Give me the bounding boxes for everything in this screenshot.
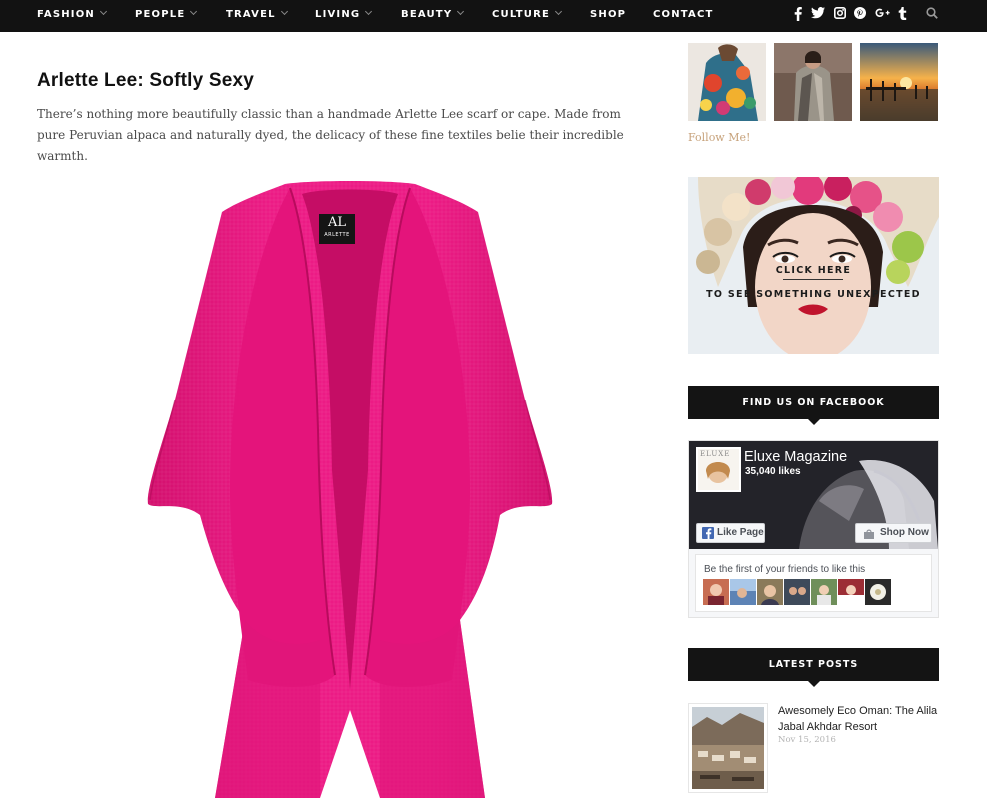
- brand-label-logo: AL: [327, 215, 347, 230]
- facebook-friends-text: Be the first of your friends to like thi…: [704, 564, 866, 575]
- nav-item-fashion[interactable]: FASHION: [37, 0, 108, 32]
- nav-item-culture[interactable]: CULTURE: [492, 0, 563, 32]
- facebook-f-icon: [702, 527, 714, 539]
- chevron-down-icon: [457, 7, 465, 16]
- promo-click-here: CLICK HERE: [775, 265, 852, 276]
- pink-cape-illustration: [147, 181, 553, 798]
- brand-label-text: ARLETTE: [324, 232, 350, 238]
- shopping-bag-icon: [863, 528, 875, 539]
- nav-item-shop[interactable]: SHOP: [590, 0, 626, 32]
- instagram-thumb-sunset-pier[interactable]: [860, 43, 938, 121]
- facebook-page-name[interactable]: Eluxe Magazine: [744, 449, 847, 465]
- friend-avatar[interactable]: [730, 579, 756, 605]
- facebook-logo-text: ELUXE: [700, 450, 731, 458]
- nav-label: PEOPLE: [135, 9, 186, 20]
- twitter-icon[interactable]: [810, 7, 825, 23]
- post-intro: There’s nothing more beautifully classic…: [37, 107, 624, 163]
- chevron-down-icon: [99, 7, 108, 16]
- top-navigation-bar: FASHION PEOPLE TRAVEL LIVING BEAUTY CULT…: [0, 0, 987, 32]
- instagram-icon[interactable]: [833, 7, 846, 23]
- pinterest-icon[interactable]: [853, 7, 866, 23]
- nav-item-contact[interactable]: CONTACT: [653, 0, 714, 32]
- friend-avatar[interactable]: [865, 579, 891, 605]
- latest-post-thumbnail[interactable]: [688, 703, 768, 793]
- instagram-thumb-fur-coat[interactable]: [774, 43, 852, 121]
- latest-post-title[interactable]: Awesomely Eco Oman: The Alila Jabal Akhd…: [778, 703, 938, 735]
- promo-divider: [783, 279, 843, 280]
- latest-post-date: Nov 15, 2016: [778, 735, 836, 745]
- nav-item-travel[interactable]: TRAVEL: [226, 0, 288, 32]
- nav-label: SHOP: [590, 9, 627, 20]
- facebook-icon[interactable]: [792, 7, 804, 23]
- nav-label: CULTURE: [492, 9, 551, 20]
- chevron-down-icon: [365, 7, 373, 16]
- nav-label: FASHION: [37, 9, 95, 20]
- follow-me-link[interactable]: Follow Me!: [688, 131, 750, 144]
- facebook-page-logo[interactable]: ELUXE: [696, 447, 741, 492]
- nav-item-beauty[interactable]: BEAUTY: [401, 0, 465, 32]
- friend-avatar[interactable]: [757, 579, 783, 605]
- facebook-like-count: 35,040 likes: [745, 466, 801, 477]
- promo-tagline: TO SEE SOMETHING UNEXPECTED: [706, 289, 921, 300]
- facebook-shop-now-button[interactable]: Shop Now: [855, 523, 932, 543]
- latest-posts-heading: LATEST POSTS: [688, 648, 939, 687]
- nav-label: LIVING: [315, 9, 361, 20]
- cape-product-image[interactable]: AL ARLETTE: [120, 170, 580, 800]
- promo-banner[interactable]: CLICK HERE TO SEE SOMETHING UNEXPECTED: [688, 177, 939, 354]
- heading-notch: [808, 681, 820, 687]
- latest-posts-heading-text: LATEST POSTS: [768, 659, 859, 670]
- nav-label: TRAVEL: [226, 9, 276, 20]
- facebook-friends-panel: Be the first of your friends to like thi…: [695, 554, 932, 612]
- chevron-down-icon: [555, 7, 563, 16]
- facebook-widget-heading-text: FIND US ON FACEBOOK: [742, 397, 885, 408]
- post-title[interactable]: Arlette Lee: Softly Sexy: [37, 70, 254, 92]
- facebook-like-page-button[interactable]: Like Page: [696, 523, 765, 543]
- search-icon[interactable]: [925, 7, 939, 23]
- friend-avatar[interactable]: [838, 579, 864, 605]
- facebook-cover-photo[interactable]: ELUXE Eluxe Magazine 35,040 likes Like P…: [689, 441, 938, 549]
- nav-item-people[interactable]: PEOPLE: [135, 0, 198, 32]
- google-plus-icon[interactable]: [875, 7, 890, 23]
- friend-avatar[interactable]: [703, 579, 729, 605]
- facebook-like-page-label: Like Page: [717, 527, 764, 538]
- facebook-widget-heading: FIND US ON FACEBOOK: [688, 386, 939, 425]
- instagram-thumb-floral-jacket[interactable]: [688, 43, 766, 121]
- friend-avatar[interactable]: [784, 579, 810, 605]
- chevron-down-icon: [280, 7, 288, 16]
- nav-label: BEAUTY: [401, 9, 453, 20]
- tumblr-icon[interactable]: [897, 7, 908, 23]
- friend-avatar[interactable]: [811, 579, 837, 605]
- facebook-page-plugin: ELUXE Eluxe Magazine 35,040 likes Like P…: [688, 440, 939, 618]
- facebook-shop-now-label: Shop Now: [880, 527, 929, 538]
- chevron-down-icon: [190, 7, 198, 16]
- nav-item-living[interactable]: LIVING: [315, 0, 373, 32]
- nav-label: CONTACT: [653, 9, 714, 20]
- heading-notch: [808, 419, 820, 425]
